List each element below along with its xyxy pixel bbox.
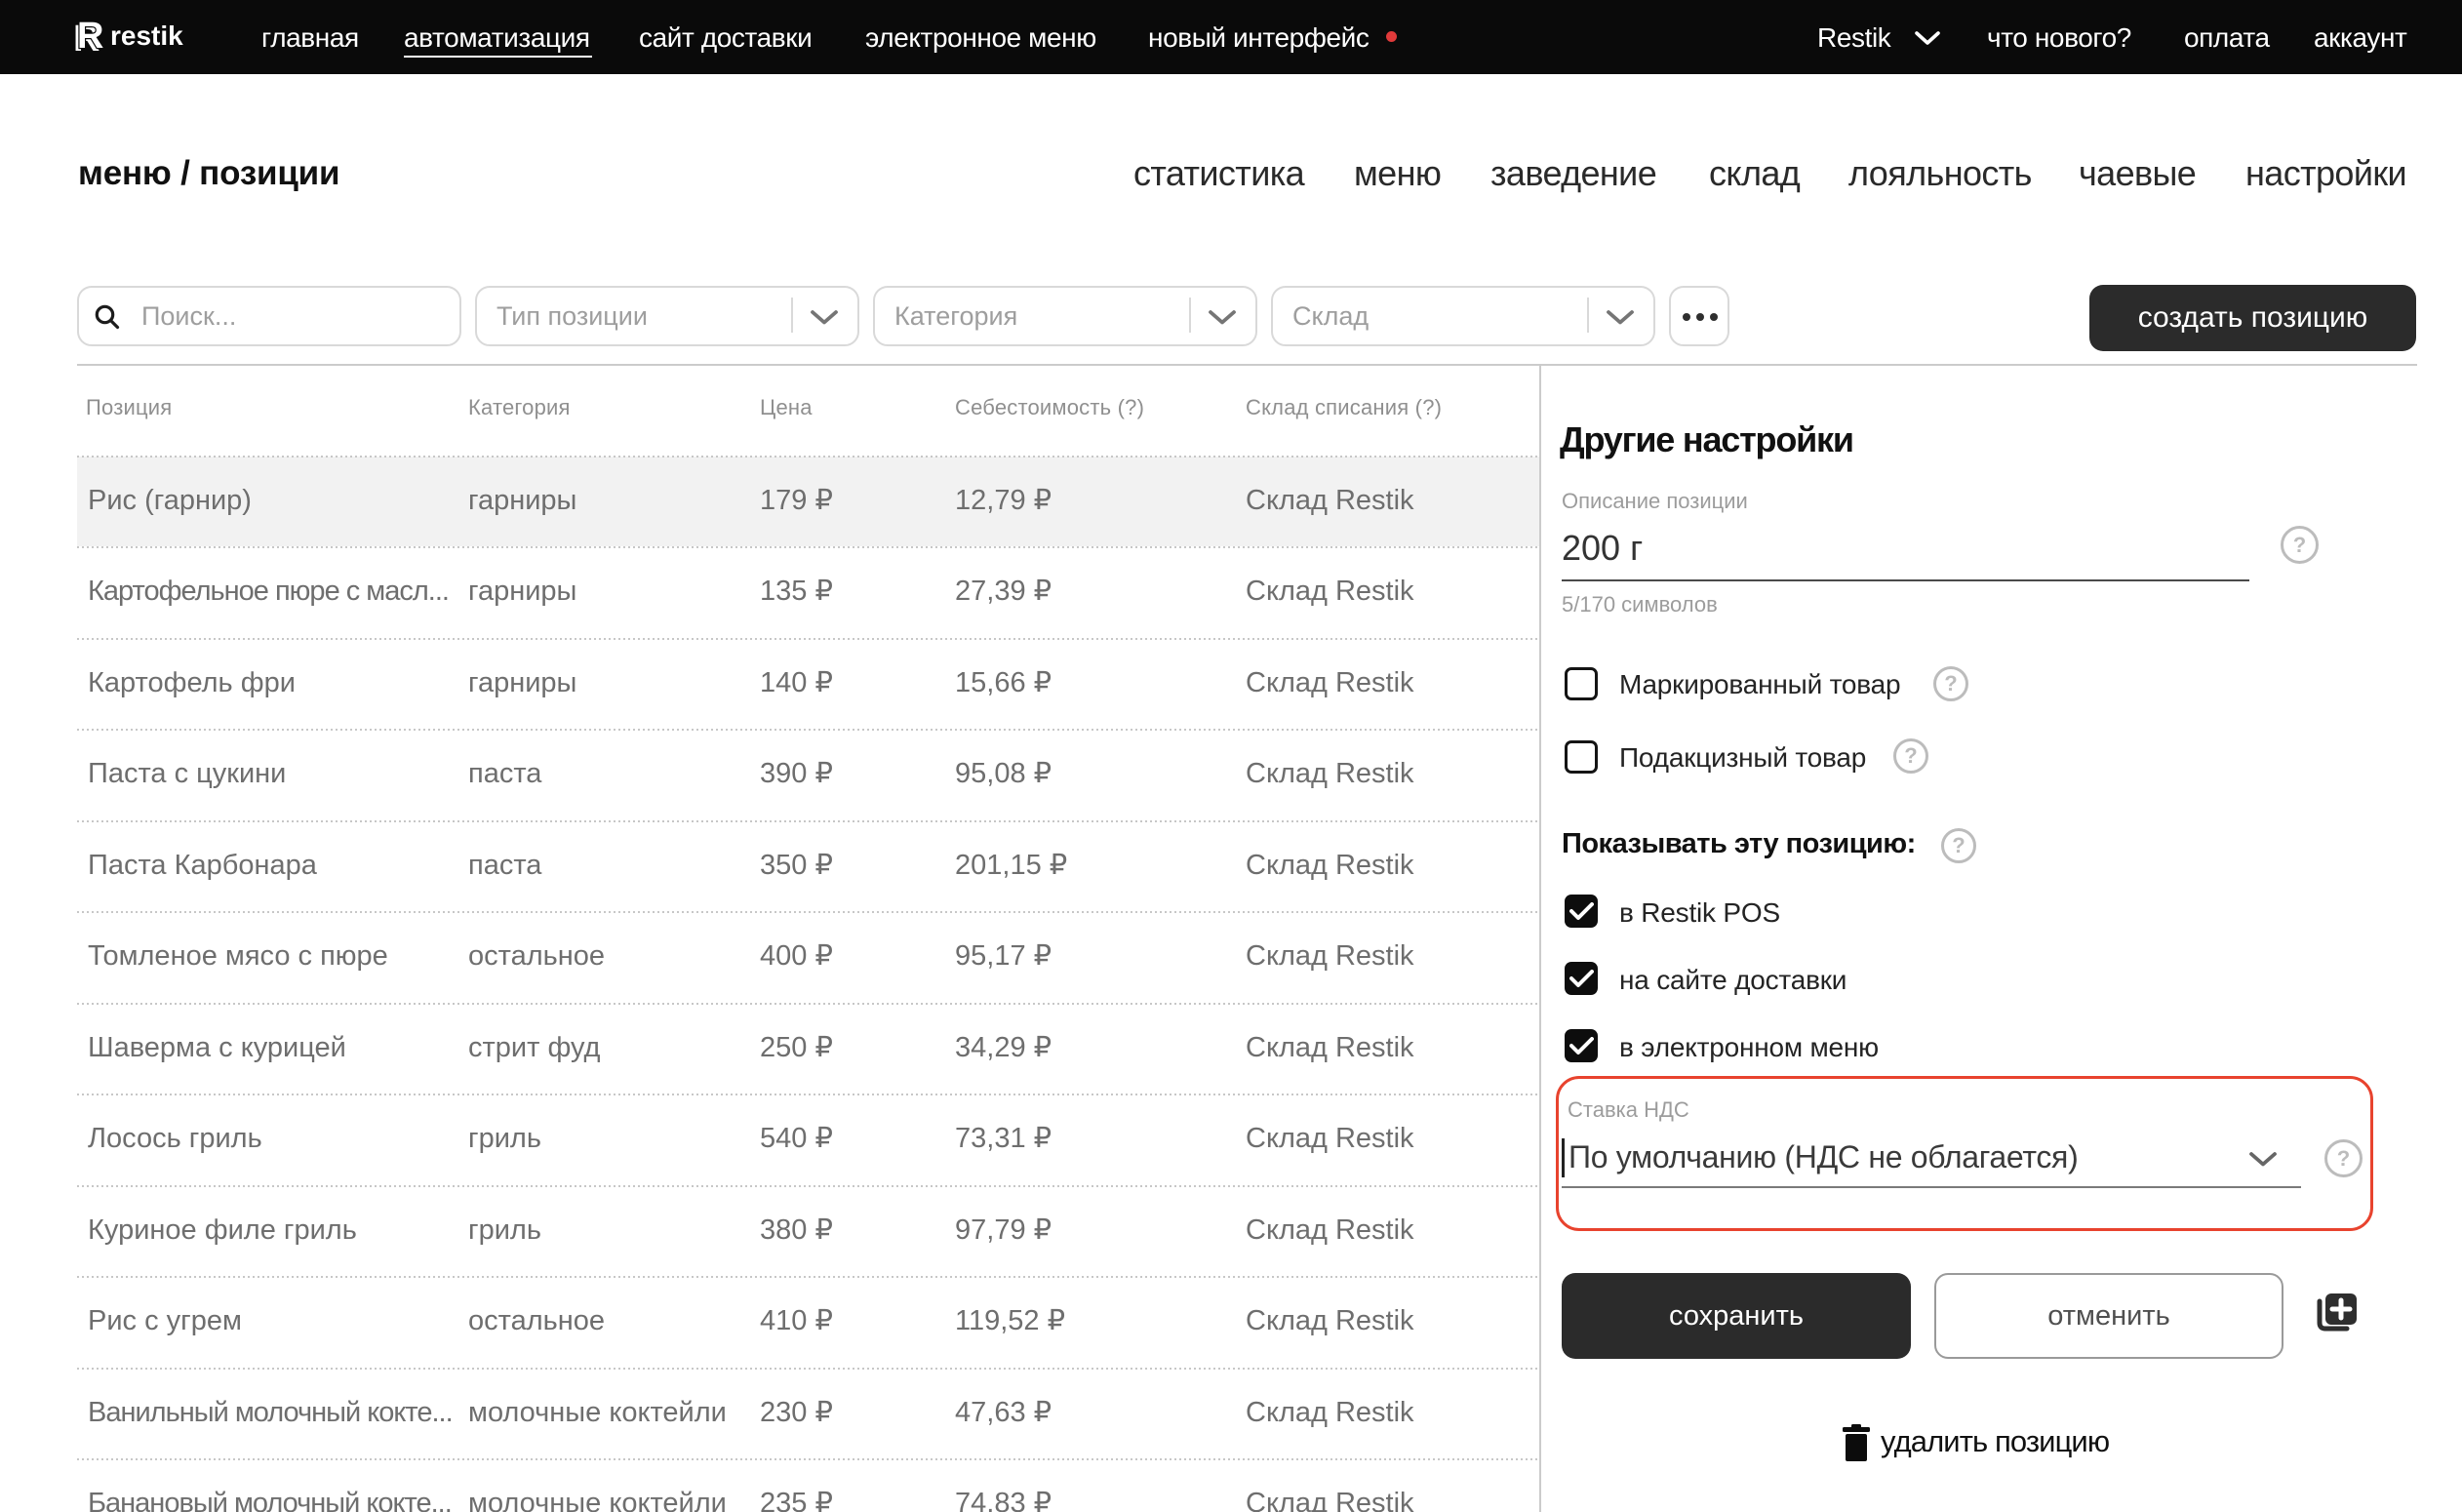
svg-text:R: R (77, 20, 103, 53)
